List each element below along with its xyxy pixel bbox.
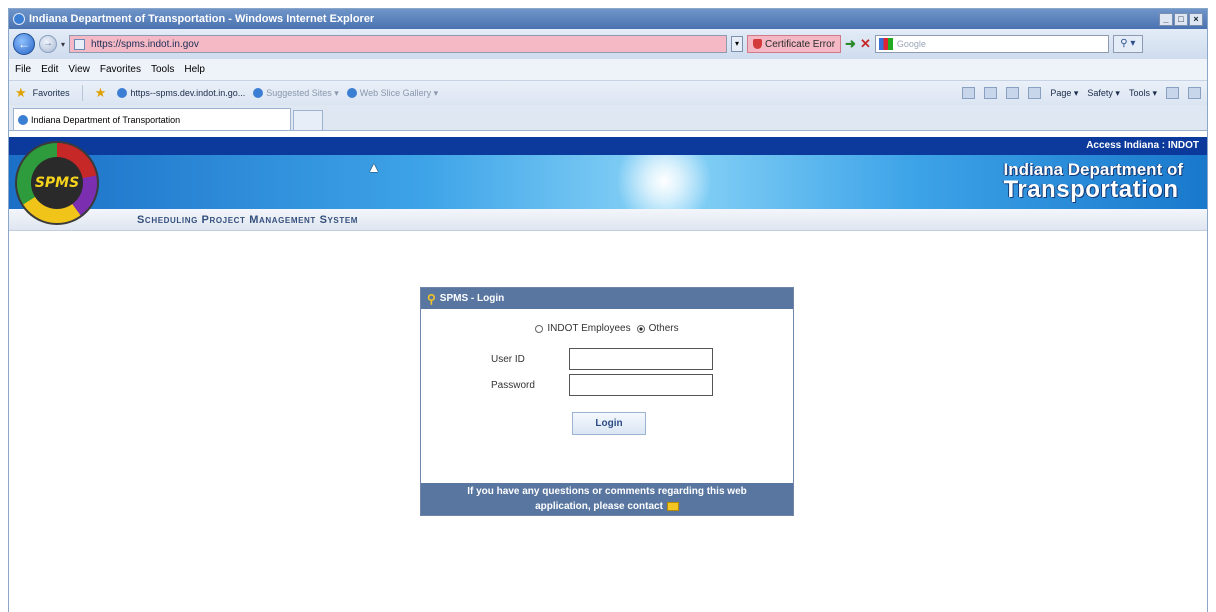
logo-text: SPMS (34, 175, 80, 191)
url-dropdown-icon[interactable]: ▾ (731, 36, 744, 52)
login-footer: If you have any questions or comments re… (421, 483, 793, 515)
address-bar: ← → ▾ https://spms.indot.in.gov ▾ Certif… (9, 29, 1207, 59)
spms-logo: SPMS (15, 141, 99, 225)
favorites-label: Favorites (32, 88, 70, 98)
minimize-button[interactable]: _ (1159, 12, 1173, 26)
tab-indot[interactable]: Indiana Department of Transportation (13, 108, 291, 130)
back-button[interactable]: ← (13, 33, 35, 55)
ie-page-icon (117, 88, 128, 98)
menu-tools[interactable]: Tools (151, 64, 174, 75)
certificate-error-label: Certificate Error (765, 38, 836, 50)
favorite-link-label: Suggested Sites ▾ (266, 87, 339, 98)
search-placeholder: Google (896, 39, 926, 49)
search-box[interactable]: Google (874, 35, 1109, 53)
ie-page-icon (346, 88, 357, 98)
window-title: Indiana Department of Transportation - W… (29, 13, 375, 25)
footer-line-1: If you have any questions or comments re… (467, 486, 747, 497)
user-type-radios: INDOT Employees Others (421, 323, 793, 334)
login-button[interactable]: Login (572, 412, 646, 435)
title-bar: Indiana Department of Transportation - W… (9, 9, 1207, 29)
menu-favorites[interactable]: Favorites (100, 64, 141, 75)
google-icon (878, 38, 893, 50)
page-menu[interactable]: Page ▾ (1050, 88, 1078, 99)
print-icon[interactable] (1028, 87, 1042, 99)
login-panel: ⚲ SPMS - Login INDOT Employees Others Us… (420, 287, 794, 516)
research-icon[interactable] (1188, 87, 1201, 99)
favorites-bar: ★ Favorites ★ https--spms.dev.indot.in.g… (9, 81, 1207, 105)
menu-view[interactable]: View (68, 64, 90, 75)
feeds-icon[interactable] (984, 87, 998, 99)
star-icon: ★ (15, 85, 27, 100)
menu-bar: File Edit View Favorites Tools Help (9, 59, 1207, 81)
favorites-button[interactable]: ★ Favorites (15, 85, 70, 101)
ie-page-icon (18, 114, 28, 125)
tab-title: Indiana Department of Transportation (31, 114, 181, 125)
menu-edit[interactable]: Edit (41, 64, 58, 75)
header-banner: Indiana Department of Transportation (9, 155, 1207, 209)
url-text: https://spms.indot.in.gov (91, 38, 199, 50)
web-page: Access Indiana : INDOT Indiana Departmen… (9, 137, 1207, 612)
new-tab-button[interactable] (293, 110, 323, 130)
logo-center: SPMS (31, 157, 83, 209)
password-input[interactable] (569, 374, 713, 396)
password-label: Password (491, 379, 535, 391)
password-row: Password (421, 374, 793, 396)
search-button[interactable]: ⚲ ▾ (1112, 35, 1143, 53)
favorite-link-spms-dev[interactable]: https--spms.dev.indot.in.go... (117, 88, 245, 98)
access-indiana-link[interactable]: Access Indiana : INDOT (1086, 140, 1199, 151)
system-name-bar: Scheduling Project Management System (9, 209, 1207, 231)
system-name: Scheduling Project Management System (137, 214, 359, 226)
window-controls: _ □ × (1159, 12, 1203, 26)
login-title: SPMS - Login (439, 293, 505, 304)
favorite-link-web-slice-gallery[interactable]: Web Slice Gallery ▾ (346, 87, 439, 99)
key-icon: ⚲ (427, 291, 436, 306)
tools-menu[interactable]: Tools ▾ (1129, 88, 1157, 99)
favorite-link-label: Web Slice Gallery ▾ (359, 87, 439, 98)
separator (81, 85, 83, 101)
menu-file[interactable]: File (15, 64, 31, 75)
command-bar: Page ▾ Safety ▾ Tools ▾ (962, 87, 1201, 99)
radio-indot-employees[interactable] (535, 324, 544, 333)
indot-brand: Indiana Department of Transportation (1004, 161, 1183, 202)
maximize-button[interactable]: □ (1174, 12, 1188, 26)
radio-others-label: Others (648, 323, 679, 334)
banner-glow (609, 155, 719, 209)
ie-page-icon (253, 88, 264, 98)
login-button-row: Login (421, 412, 793, 435)
ie-logo-icon (13, 13, 25, 25)
menu-help[interactable]: Help (184, 64, 205, 75)
add-favorite-icon[interactable]: ★ (95, 85, 107, 101)
shield-icon (753, 39, 763, 49)
history-dropdown-icon[interactable]: ▾ (61, 40, 65, 49)
radio-indot-employees-label: INDOT Employees (547, 323, 631, 334)
help-icon[interactable] (1166, 87, 1179, 99)
close-window-button[interactable]: × (1189, 12, 1203, 26)
home-icon[interactable] (962, 87, 976, 99)
forward-button[interactable]: → (39, 35, 57, 53)
radio-others[interactable] (636, 324, 645, 333)
refresh-icon[interactable]: ➜ (845, 36, 856, 52)
user-id-row: User ID (421, 348, 793, 370)
footer-line-2-text: application, please contact (535, 501, 663, 512)
access-indiana-bar: Access Indiana : INDOT (9, 137, 1207, 155)
url-field[interactable]: https://spms.indot.in.gov (69, 35, 728, 53)
safety-menu[interactable]: Safety ▾ (1087, 88, 1120, 99)
page-icon (74, 38, 86, 50)
footer-line-2: application, please contact (421, 499, 793, 514)
certificate-error-button[interactable]: Certificate Error (747, 35, 842, 53)
login-header: ⚲ SPMS - Login (421, 288, 793, 309)
tab-strip: Indiana Department of Transportation (9, 105, 1207, 131)
favorite-link-label: https--spms.dev.indot.in.go... (130, 88, 246, 98)
user-id-input[interactable] (569, 348, 713, 370)
mail-icon[interactable] (1006, 87, 1020, 99)
mouse-cursor-icon: ▲ (367, 159, 381, 175)
contact-mail-icon[interactable] (666, 501, 679, 511)
brand-line-2: Transportation (1003, 176, 1179, 203)
stop-icon[interactable]: ✕ (860, 36, 871, 52)
user-id-label: User ID (491, 353, 525, 365)
browser-window: Indiana Department of Transportation - W… (8, 8, 1208, 612)
favorite-link-suggested-sites[interactable]: Suggested Sites ▾ (253, 88, 339, 99)
